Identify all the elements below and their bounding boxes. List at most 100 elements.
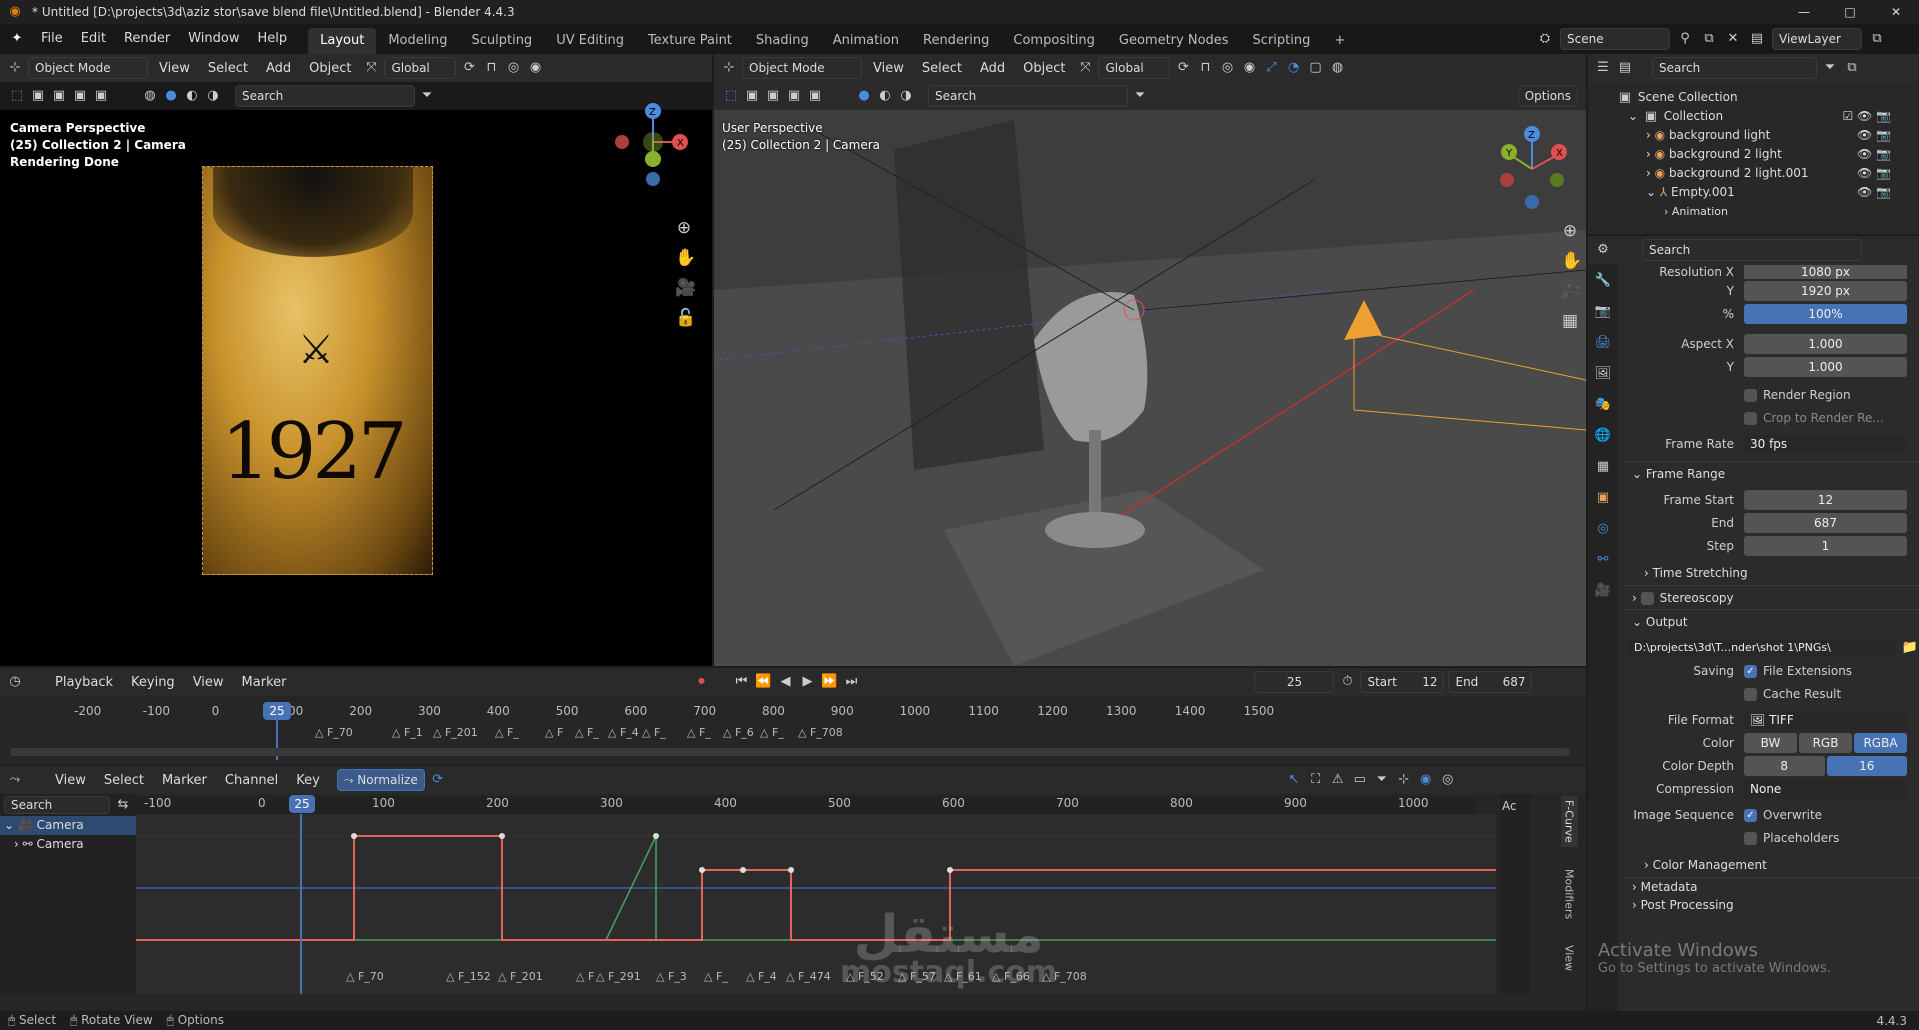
metadata-section[interactable]: › Metadata	[1624, 877, 1919, 895]
item-visibility-icons[interactable]: 👁 📷	[1857, 126, 1891, 145]
visibility-icon[interactable]: ◉	[1240, 59, 1258, 77]
depth-8-option[interactable]: 8	[1744, 756, 1825, 776]
close-button[interactable]: ✕	[1873, 0, 1919, 24]
right-mode-selector[interactable]: Object Mode	[742, 57, 862, 79]
options-button[interactable]: Options	[1517, 85, 1578, 107]
physics-tab-icon[interactable]: ◎	[1594, 520, 1612, 538]
select-mode-new-icon[interactable]: ▣	[29, 87, 47, 105]
outliner-item-background-2-light[interactable]: › ◉ background 2 light 👁 📷	[1616, 145, 1919, 164]
proportional-icon[interactable]: ◎	[1439, 771, 1457, 789]
shading-material-icon[interactable]: ◐	[183, 87, 201, 105]
new-view-layer-icon[interactable]: ⧉	[1868, 30, 1886, 48]
proportional-icon[interactable]: ◎	[1218, 59, 1236, 77]
outliner-scene-collection[interactable]: ▣ Scene Collection	[1616, 88, 1919, 107]
jump-start-icon[interactable]: ⏮	[732, 673, 750, 691]
timeline-editor-icon[interactable]: ◷	[6, 673, 24, 691]
object-tab-icon[interactable]: ▣	[1594, 489, 1612, 507]
overlay-toggle-icon[interactable]: ◔	[1284, 59, 1302, 77]
zoom-icon[interactable]: ⊕	[1561, 222, 1579, 240]
right-menu-add[interactable]: Add	[973, 61, 1012, 76]
right-orientation-selector[interactable]: Global	[1098, 57, 1171, 79]
tab-view[interactable]: View	[1561, 941, 1578, 975]
timeline-marker[interactable]: △ F_70	[315, 726, 353, 739]
color-management-section[interactable]: › Color Management	[1624, 853, 1919, 877]
frame-range-section[interactable]: ⌄ Frame Range	[1624, 461, 1919, 485]
tab-animation[interactable]: Animation	[821, 28, 911, 54]
snap-icon[interactable]: ⊓	[482, 59, 500, 77]
output-tab-icon[interactable]: 🖨	[1594, 334, 1612, 352]
timeline-ruler[interactable]: -200 -100 0 100 200 300 400 500 600 700 800 900 1000…	[0, 704, 1586, 722]
world-tab-icon[interactable]: 🌐	[1594, 427, 1612, 445]
graph-marker[interactable]: △ F_201	[498, 970, 543, 983]
camera-view-icon[interactable]: 🎥	[675, 279, 696, 297]
gizmo-toggle-icon[interactable]: ⤢	[1262, 59, 1280, 77]
graph-marker[interactable]: △ F	[576, 970, 594, 983]
xray-icon[interactable]: ▢	[1306, 59, 1324, 77]
current-frame-field[interactable]: 25	[1254, 671, 1335, 693]
timeline-playhead[interactable]: 25	[263, 702, 291, 720]
next-keyframe-icon[interactable]: ⏩	[820, 673, 838, 691]
timeline-marker[interactable]: △ F_	[760, 726, 784, 739]
pivot-icon[interactable]: ⟳	[460, 59, 478, 77]
item-visibility-icons[interactable]: 👁 📷	[1857, 145, 1891, 164]
menu-help[interactable]: Help	[249, 24, 297, 54]
aspect-y-field[interactable]: 1.000	[1744, 357, 1907, 377]
tab-sculpting[interactable]: Sculpting	[459, 28, 544, 54]
select-mode-new-icon[interactable]: ▣	[743, 87, 761, 105]
tab-shading[interactable]: Shading	[744, 28, 821, 54]
graph-marker[interactable]: △ F_4	[746, 970, 777, 983]
timeline-menu-view[interactable]: View	[186, 675, 231, 690]
graph-playhead[interactable]: 25	[289, 795, 315, 813]
maximize-button[interactable]: □	[1827, 0, 1873, 24]
editor-type-icon[interactable]: ⊹	[720, 59, 738, 77]
graph-menu-view[interactable]: View	[48, 773, 93, 788]
timeline-marker[interactable]: △ F_	[575, 726, 599, 739]
normalize-toggle[interactable]: ⤳ Normalize	[336, 769, 425, 791]
only-selected-icon[interactable]: ↖	[1285, 771, 1303, 789]
show-handles-icon[interactable]: ⛶	[1307, 771, 1325, 789]
left-menu-object[interactable]: Object	[302, 61, 358, 76]
scene-selector[interactable]: Scene	[1560, 28, 1670, 50]
compression-dropdown[interactable]: None	[1744, 779, 1907, 799]
graph-curves[interactable]	[136, 814, 1496, 994]
collection-tab-icon[interactable]: ▦	[1594, 458, 1612, 476]
proportional-icon[interactable]: ◎	[504, 59, 522, 77]
resolution-x-field[interactable]: 1080 px	[1744, 265, 1907, 279]
filter-icon[interactable]: ⏷	[418, 87, 436, 105]
filter-icon[interactable]: ⏷	[1131, 87, 1149, 105]
menu-window[interactable]: Window	[179, 24, 248, 54]
timeline-marker[interactable]: △ F_1	[392, 726, 423, 739]
stopwatch-icon[interactable]: ⏱	[1338, 673, 1356, 691]
right-menu-object[interactable]: Object	[1016, 61, 1072, 76]
camera-view-icon[interactable]: 🎥	[1561, 282, 1582, 300]
timeline-marker[interactable]: △ F	[545, 726, 563, 739]
zoom-icon[interactable]: ⊕	[675, 219, 693, 237]
lock-icon[interactable]: 🔓	[675, 309, 696, 327]
select-mode-subtract-icon[interactable]: ▣	[785, 87, 803, 105]
file-format-dropdown[interactable]: 🖼 TIFF	[1744, 710, 1907, 730]
snap-icon[interactable]: ⊓	[1196, 59, 1214, 77]
shading-wireframe-icon[interactable]: ◍	[141, 87, 159, 105]
properties-editor-icon[interactable]: ⚙	[1594, 241, 1612, 259]
timeline-menu-marker[interactable]: Marker	[235, 675, 294, 690]
left-navigation-gizmo[interactable]: Z X	[603, 99, 693, 189]
placeholders-checkbox[interactable]: Placeholders	[1744, 831, 1839, 845]
pivot-icon[interactable]: ⊹	[1395, 771, 1413, 789]
select-mode-extend-icon[interactable]: ▣	[764, 87, 782, 105]
outliner-item-background-light[interactable]: › ◉ background light 👁 📷	[1616, 126, 1919, 145]
graph-menu-select[interactable]: Select	[97, 773, 151, 788]
select-mode-subtract-icon[interactable]: ▣	[71, 87, 89, 105]
post-processing-section[interactable]: › Post Processing	[1624, 895, 1919, 915]
depth-16-option[interactable]: 16	[1826, 756, 1907, 776]
right-menu-view[interactable]: View	[866, 61, 911, 76]
view-layer-tab-icon[interactable]: 🖼	[1594, 365, 1612, 383]
visibility-icon[interactable]: ◉	[526, 59, 544, 77]
select-mode-extend-icon[interactable]: ▣	[50, 87, 68, 105]
tab-layout[interactable]: Layout	[308, 28, 377, 54]
outliner-item-animation[interactable]: › Animation	[1616, 202, 1919, 216]
graph-menu-marker[interactable]: Marker	[155, 773, 214, 788]
tab-compositing[interactable]: Compositing	[1001, 28, 1107, 54]
cache-result-checkbox[interactable]: Cache Result	[1744, 687, 1841, 701]
outliner-collection[interactable]: ⌄ ▣ Collection ☑ 👁 📷	[1616, 107, 1919, 126]
channel-search[interactable]: Search	[4, 796, 110, 814]
